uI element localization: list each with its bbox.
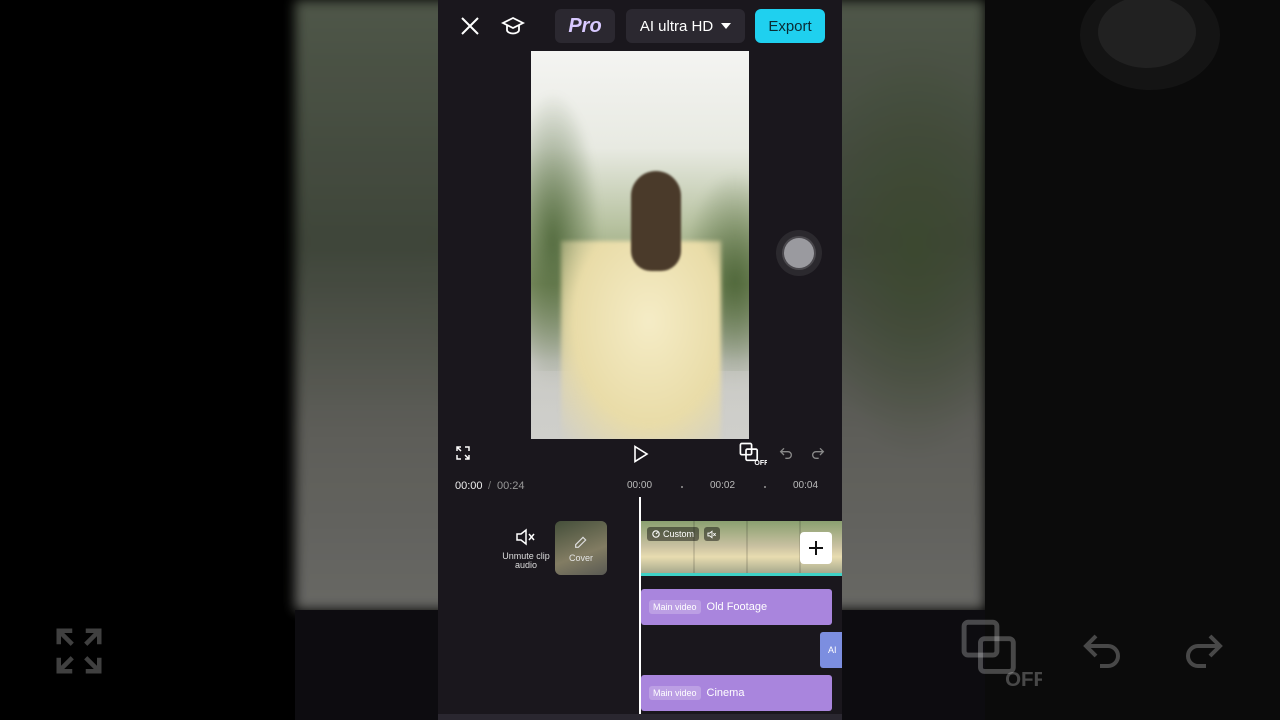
close-icon[interactable] <box>458 14 482 38</box>
time-separator: / <box>488 480 492 492</box>
keyframe-off-icon[interactable]: OFF <box>739 441 767 467</box>
ruler-dot <box>681 486 683 488</box>
svg-text:OFF: OFF <box>1005 668 1042 688</box>
custom-tag: Custom <box>647 527 700 541</box>
time-ruler: 00:00 / 00:24 00:00 00:02 00:04 <box>438 476 842 496</box>
undo-icon <box>1076 626 1128 679</box>
unmute-clip-audio-button[interactable]: Unmute clip audio <box>502 528 550 570</box>
top-toolbar: Pro AI ultra HD Export <box>438 0 842 52</box>
secondary-clip[interactable]: AI <box>820 632 842 668</box>
svg-text:OFF: OFF <box>754 460 767 466</box>
track-badge: Main video <box>649 600 701 614</box>
pencil-icon <box>575 535 587 548</box>
unmute-label: Unmute clip audio <box>502 551 550 570</box>
clip-underline <box>641 573 842 576</box>
fullscreen-icon <box>52 624 106 683</box>
play-icon[interactable] <box>630 443 652 465</box>
track-name: Old Footage <box>706 601 768 613</box>
resolution-label: AI ultra HD <box>639 17 714 35</box>
custom-tag-label: Custom <box>663 529 695 539</box>
tutorial-cap-icon[interactable] <box>500 13 526 39</box>
undo-icon[interactable] <box>776 443 796 463</box>
track-name: Cinema <box>706 687 745 699</box>
total-duration: 00:24 <box>497 480 525 492</box>
mute-speaker-icon <box>516 528 535 546</box>
ruler-tick-label: 00:00 <box>627 480 653 491</box>
overlay-track-old-footage[interactable]: Main video Old Footage <box>641 589 832 625</box>
ruler-dot <box>764 486 766 488</box>
ruler-tick-label: 00:02 <box>710 480 736 491</box>
preview-dress <box>561 241 721 439</box>
video-preview[interactable] <box>531 51 749 439</box>
add-icon <box>809 541 823 555</box>
clip-muted-icon <box>704 527 720 541</box>
add-clip-button[interactable] <box>800 532 832 564</box>
overlay-track-cinema[interactable]: Main video Cinema <box>641 675 832 711</box>
ruler-tick-label: 00:04 <box>793 480 819 491</box>
playback-controls: OFF <box>438 440 842 470</box>
left-dark-panel <box>0 0 295 720</box>
video-editor-app: Pro AI ultra HD Export OFF 00:00 <box>438 0 842 720</box>
fullscreen-icon[interactable] <box>453 443 473 463</box>
redo-icon <box>1178 626 1230 679</box>
current-time: 00:00 <box>455 480 483 492</box>
pro-badge[interactable]: Pro <box>555 9 615 43</box>
right-dark-panel <box>985 0 1280 720</box>
dropdown-caret-icon <box>721 23 732 29</box>
floating-assist-button[interactable] <box>776 230 822 276</box>
cover-button[interactable]: Cover <box>555 521 607 575</box>
playhead[interactable] <box>639 497 641 720</box>
speed-icon <box>652 530 660 538</box>
cover-label: Cover <box>568 552 593 563</box>
track-badge: Main video <box>649 686 701 700</box>
resolution-dropdown[interactable]: AI ultra HD <box>626 9 745 43</box>
keyframe-off-icon: OFF <box>960 618 1046 693</box>
redo-icon[interactable] <box>808 443 828 463</box>
bottom-panel-edge <box>438 714 842 720</box>
export-button[interactable]: Export <box>755 9 825 43</box>
preview-figure <box>631 171 681 271</box>
